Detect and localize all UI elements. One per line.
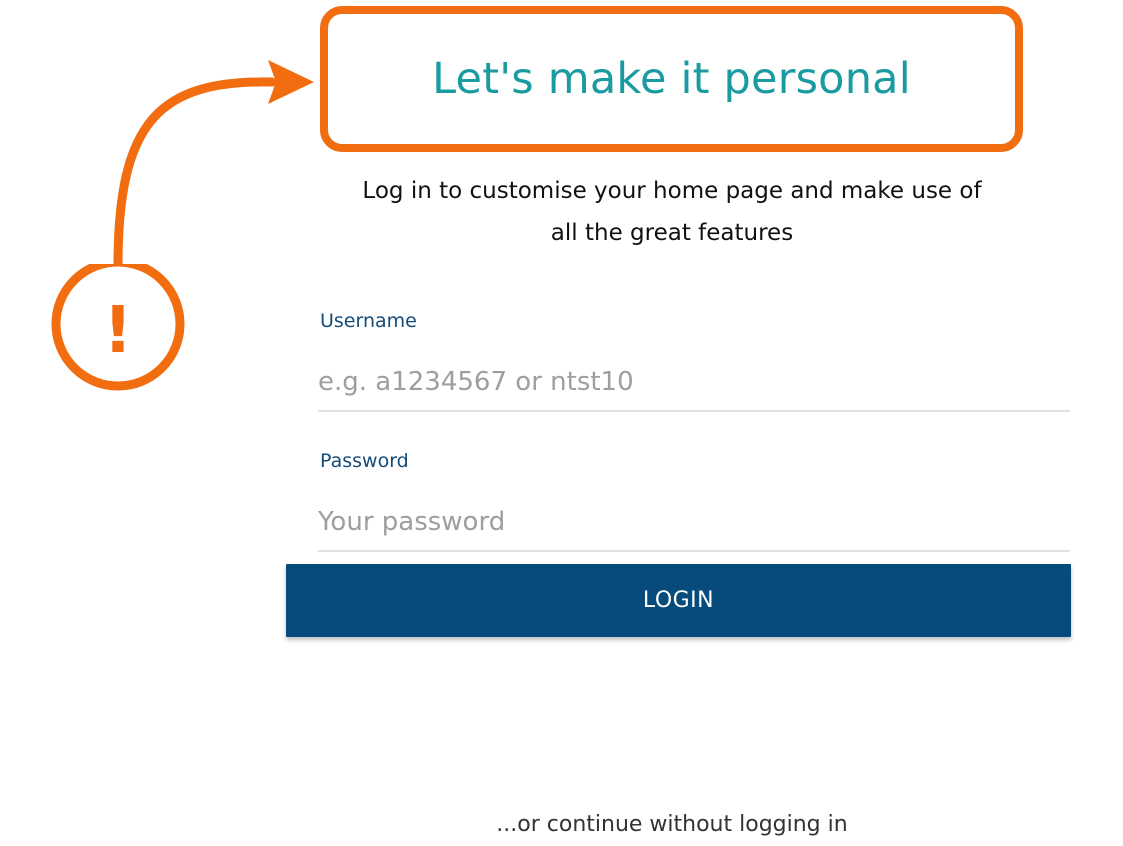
login-page: ! Let's make it personal Log in to custo… [0, 0, 1123, 846]
subtitle-line-1: Log in to customise your home page and m… [362, 178, 982, 204]
highlighted-title-box: Let's make it personal [320, 6, 1023, 152]
username-input[interactable] [318, 354, 1070, 412]
subtitle-line-2: all the great features [550, 220, 794, 246]
username-label: Username [320, 310, 417, 332]
alert-symbol: ! [103, 294, 132, 368]
continue-without-login-link[interactable]: ...or continue without logging in [300, 812, 1044, 837]
exclamation-circle-icon: ! [51, 264, 185, 391]
password-input[interactable] [318, 494, 1070, 552]
page-title: Let's make it personal [432, 54, 911, 104]
page-subtitle: Log in to customise your home page and m… [300, 170, 1044, 254]
login-button[interactable]: LOGIN [286, 564, 1071, 637]
password-label: Password [320, 450, 409, 472]
